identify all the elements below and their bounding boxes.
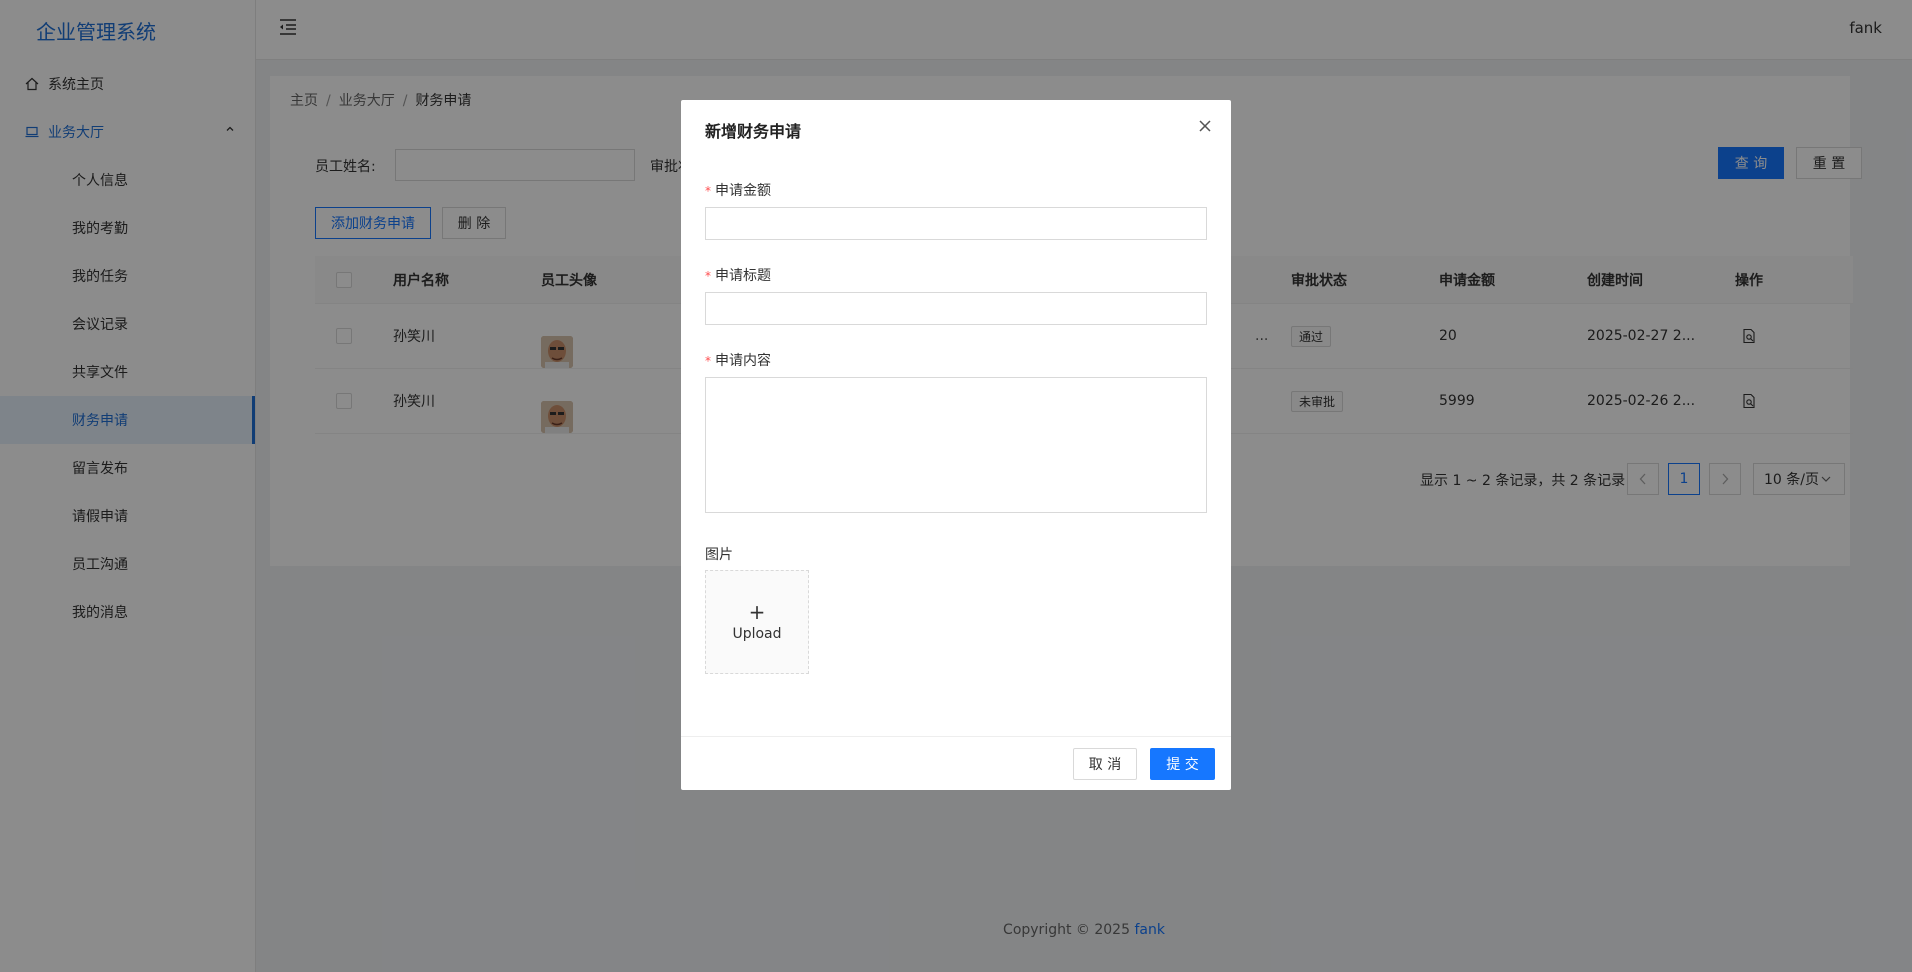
image-label: 图片 (705, 547, 733, 563)
content-label: * 申请内容 (705, 353, 771, 369)
add-finance-modal: 新增财务申请 * 申请金额 * 申请标题 * 申请内容 图片 + Upload 取 消… (681, 100, 1231, 790)
amount-input[interactable] (705, 207, 1207, 240)
plus-icon: + (748, 600, 766, 624)
title-input[interactable] (705, 292, 1207, 325)
title-label: * 申请标题 (705, 268, 771, 284)
submit-button[interactable]: 提 交 (1150, 748, 1215, 780)
modal-title: 新增财务申请 (705, 122, 802, 141)
image-upload[interactable]: + Upload (705, 570, 809, 674)
content-textarea[interactable] (705, 377, 1207, 513)
close-icon[interactable] (1197, 118, 1213, 134)
modal-footer: 取 消 提 交 (681, 736, 1231, 790)
upload-text: Upload (732, 626, 782, 642)
amount-label: * 申请金额 (705, 183, 771, 199)
cancel-button[interactable]: 取 消 (1073, 748, 1137, 780)
